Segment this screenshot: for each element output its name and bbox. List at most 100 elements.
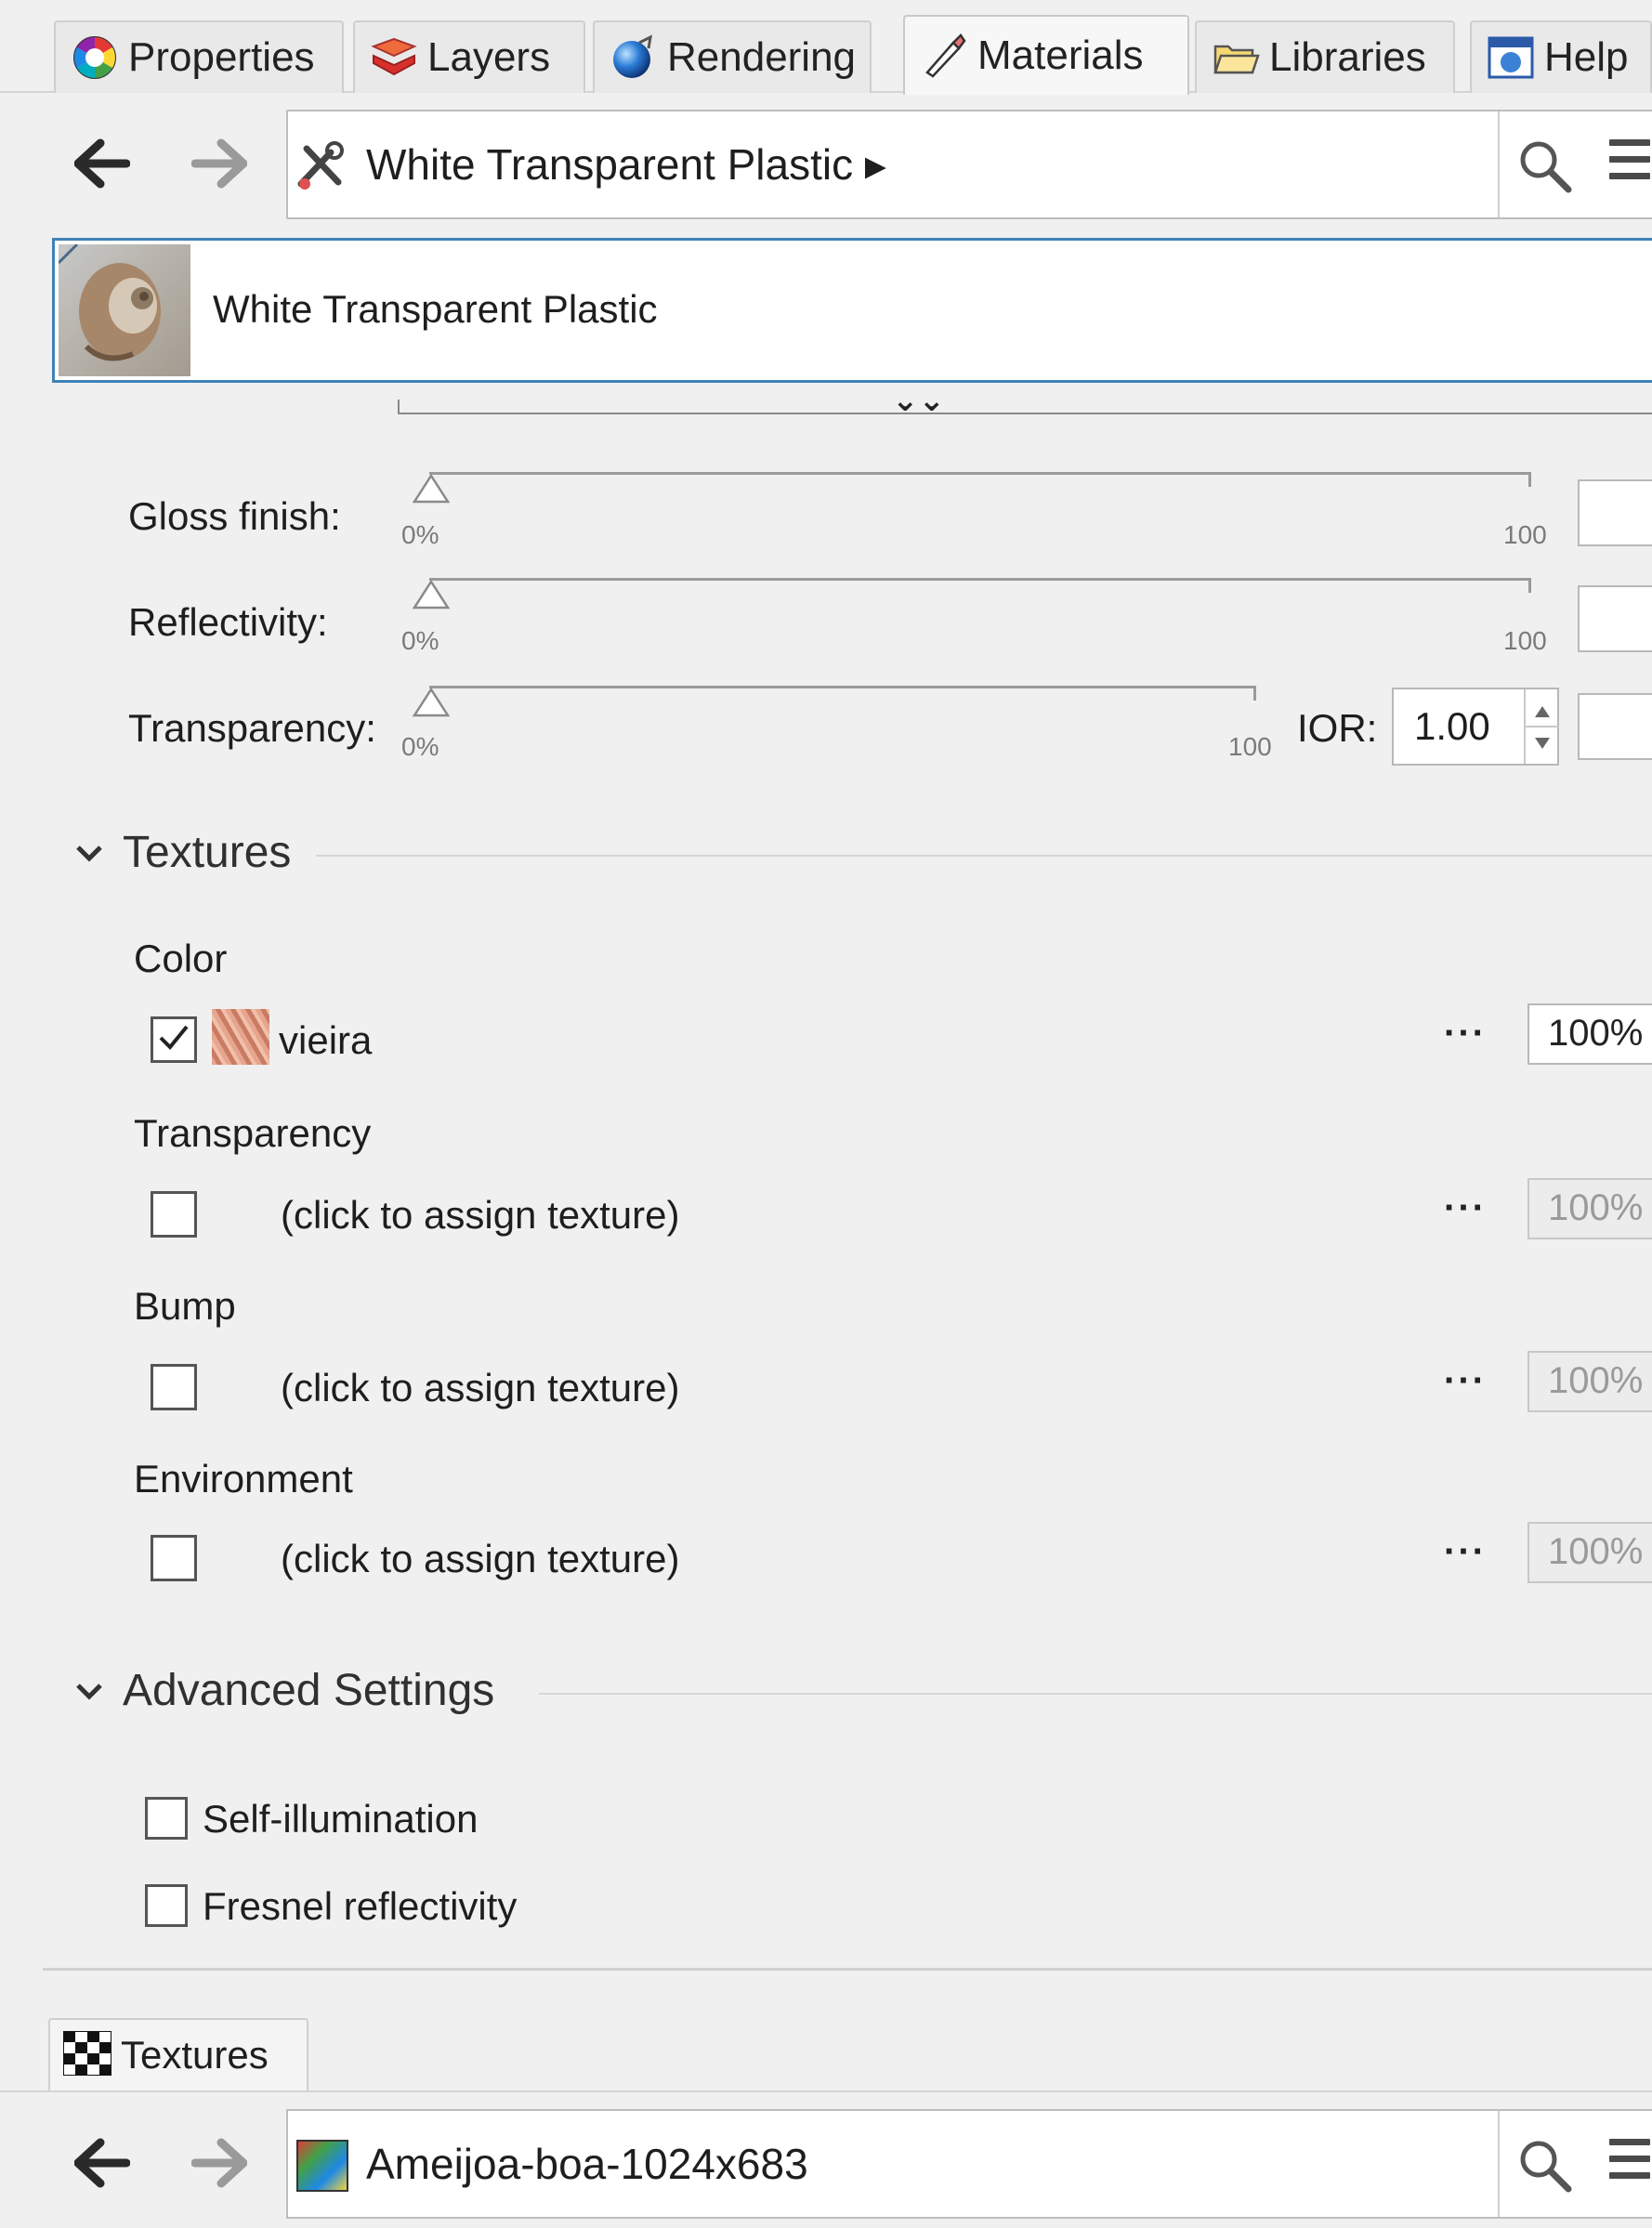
self-illumination-label[interactable]: Self-illumination [203, 1797, 478, 1841]
more-options-button[interactable]: ··· [1444, 1187, 1487, 1229]
texture-amount-field[interactable]: 100% [1527, 1003, 1652, 1065]
gloss-value-field[interactable] [1578, 479, 1652, 546]
forward-arrow-icon[interactable] [190, 2137, 248, 2198]
reflectivity-value-field[interactable] [1578, 585, 1652, 652]
tab-help[interactable]: Help [1470, 20, 1652, 93]
material-name: White Transparent Plastic [213, 287, 658, 331]
texture-amount-field: 100% [1527, 1522, 1652, 1583]
slider-max-label: 100 [1503, 520, 1547, 549]
reflectivity-slider-track[interactable] [429, 578, 1531, 581]
slider-end-tick [1253, 686, 1256, 701]
material-breadcrumb[interactable]: White Transparent Plastic ▸ [286, 110, 1652, 219]
ior-label: IOR: [1297, 706, 1378, 750]
tab-label: Textures [121, 2033, 269, 2077]
slider-min-label: 0% [401, 520, 439, 549]
material-card[interactable]: White Transparent Plastic [52, 238, 1652, 383]
assign-texture-link[interactable]: (click to assign texture) [281, 1537, 679, 1581]
tab-layers[interactable]: Layers [353, 20, 585, 93]
tab-label: Layers [427, 34, 551, 80]
chevron-down-icon [76, 845, 102, 862]
hamburger-menu-icon[interactable] [1609, 139, 1650, 190]
search-icon[interactable] [1516, 2137, 1574, 2199]
rendering-icon [610, 33, 658, 82]
slider-end-tick [1528, 472, 1531, 487]
assign-texture-link[interactable]: (click to assign texture) [281, 1193, 679, 1238]
ior-field[interactable]: 1.00 [1392, 688, 1559, 766]
slider-end-tick [1528, 578, 1531, 593]
texture-thumbnail-icon [295, 2139, 349, 2193]
more-options-button[interactable]: ··· [1444, 1360, 1487, 1402]
hamburger-menu-icon[interactable] [1609, 2139, 1650, 2189]
tab-rendering[interactable]: Rendering [593, 20, 872, 93]
transparency-label: Transparency: [128, 706, 376, 750]
tab-label: Help [1544, 34, 1629, 80]
tab-label: Rendering [667, 34, 857, 80]
texture-heading-transparency: Transparency [134, 1111, 372, 1155]
help-icon [1487, 33, 1535, 82]
tab-label: Libraries [1269, 34, 1426, 80]
reflectivity-label: Reflectivity: [128, 600, 328, 644]
slider-max-label: 100 [1503, 626, 1547, 655]
material-thumbnail [59, 244, 190, 376]
section-title: Advanced Settings [123, 1666, 495, 1715]
gloss-slider-thumb[interactable] [412, 473, 451, 510]
ior-spinner[interactable] [1524, 689, 1559, 764]
tab-textures[interactable]: Textures [48, 2018, 308, 2090]
section-divider [316, 855, 1652, 857]
expand-chevrons-icon[interactable]: ⌄⌄ [892, 385, 945, 416]
bump-texture-checkbox[interactable] [151, 1364, 197, 1410]
material-tools-icon [294, 139, 347, 193]
chevron-down-icon [76, 1683, 102, 1700]
panel-tab-strip: Properties Layers Rendering Materials Li… [0, 0, 1652, 95]
assign-texture-link[interactable]: (click to assign texture) [281, 1366, 679, 1410]
back-arrow-icon[interactable] [73, 138, 131, 199]
transparency-slider-thumb[interactable] [412, 687, 451, 724]
texture-heading-color: Color [134, 937, 228, 980]
panel-divider [43, 1968, 1652, 1971]
layers-icon [370, 33, 418, 82]
gloss-slider-track[interactable] [429, 472, 1531, 475]
section-title: Textures [123, 828, 292, 877]
current-texture-path: Ameijoa-boa-1024x683 [366, 2140, 808, 2188]
texture-heading-bump: Bump [134, 1284, 236, 1328]
tab-libraries[interactable]: Libraries [1195, 20, 1455, 93]
gloss-finish-label: Gloss finish: [128, 494, 341, 538]
texture-breadcrumb[interactable]: Ameijoa-boa-1024x683 [286, 2109, 1652, 2219]
fresnel-reflectivity-label[interactable]: Fresnel reflectivity [203, 1884, 517, 1929]
back-arrow-icon[interactable] [73, 2137, 131, 2198]
tab-baseline [0, 2090, 1652, 2092]
expander-tick [398, 400, 400, 414]
search-icon[interactable] [1516, 138, 1574, 200]
slider-max-label: 100 [1228, 732, 1272, 761]
texture-heading-environment: Environment [134, 1457, 353, 1501]
more-options-button[interactable]: ··· [1444, 1531, 1487, 1573]
slider-min-label: 0% [401, 626, 439, 655]
tab-materials[interactable]: Materials [903, 15, 1189, 95]
textures-section-header[interactable]: Textures [71, 827, 291, 878]
advanced-settings-section-header[interactable]: Advanced Settings [71, 1665, 494, 1716]
materials-icon [920, 32, 968, 80]
texture-thumbnail [212, 1009, 269, 1065]
expander-line [398, 413, 1652, 414]
forward-arrow-icon[interactable] [190, 138, 248, 199]
current-material-path: White Transparent Plastic ▸ [366, 140, 886, 189]
environment-texture-checkbox[interactable] [151, 1535, 197, 1581]
fresnel-reflectivity-checkbox[interactable] [145, 1884, 188, 1927]
color-texture-checkbox[interactable] [151, 1016, 197, 1063]
texture-amount-field: 100% [1527, 1351, 1652, 1412]
transparency-value-field[interactable] [1578, 693, 1652, 760]
more-options-button[interactable]: ··· [1444, 1013, 1487, 1055]
self-illumination-checkbox[interactable] [145, 1797, 188, 1840]
tab-properties[interactable]: Properties [54, 20, 344, 93]
reflectivity-slider-thumb[interactable] [412, 579, 451, 616]
divider [1498, 2111, 1500, 2217]
slider-min-label: 0% [401, 732, 439, 761]
divider [1498, 111, 1500, 217]
transparency-slider-track[interactable] [429, 686, 1256, 688]
libraries-icon [1212, 33, 1260, 82]
properties-icon [71, 33, 119, 82]
transparency-texture-checkbox[interactable] [151, 1191, 197, 1238]
ior-value: 1.00 [1414, 704, 1490, 748]
texture-name[interactable]: vieira [279, 1018, 372, 1063]
texture-amount-field: 100% [1527, 1178, 1652, 1239]
